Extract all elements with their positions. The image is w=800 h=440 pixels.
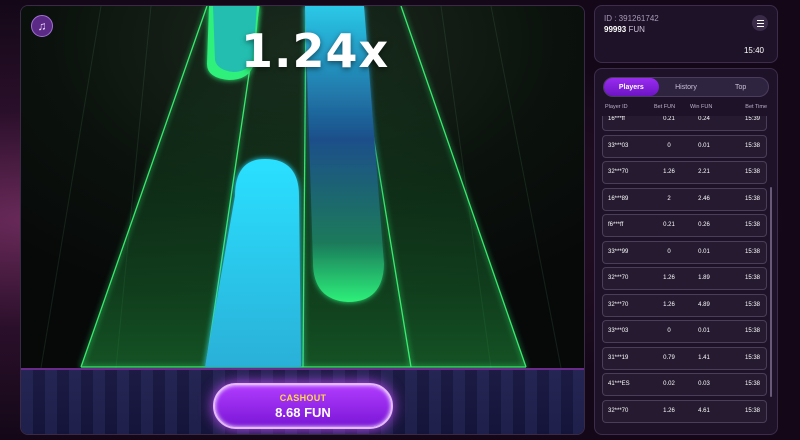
music-note-icon: ♫ [37, 19, 47, 33]
player-id-cell: 32***70 [608, 169, 629, 175]
bet-cell: 2 [667, 195, 671, 202]
bet-cell: 0.21 [663, 116, 675, 122]
win-cell: 0.24 [698, 116, 710, 122]
player-id: ID : 391261742 [604, 14, 659, 23]
bet-cell: 1.26 [663, 275, 675, 281]
win-cell: 1.89 [698, 275, 710, 281]
menu-button[interactable] [752, 15, 768, 31]
header-bet-time: Bet Time [745, 104, 767, 110]
music-toggle-button[interactable]: ♫ [31, 15, 53, 37]
player-id-cell: 32***70 [608, 407, 629, 414]
bet-cell: 0 [667, 328, 671, 334]
bet-time-cell: 15:38 [744, 222, 760, 228]
bet-cell: 0 [667, 248, 671, 255]
table-row: 16***89 2 2.46 15:38 [602, 187, 767, 211]
player-id-cell: 16***89 [608, 195, 629, 202]
bet-time-cell: 15:38 [744, 407, 760, 414]
hamburger-menu-icon [756, 19, 764, 21]
balance-unit: FUN [628, 25, 645, 34]
game-stage: ♫ 1.24x [21, 6, 584, 368]
win-cell: 0.01 [698, 328, 710, 334]
bet-time-cell: 15:38 [744, 248, 760, 255]
win-cell: 0.03 [698, 381, 710, 387]
multiplier-display: 1.24x [241, 24, 390, 78]
win-cell: 1.41 [698, 354, 710, 361]
bet-cell: 1.26 [663, 169, 675, 175]
player-id-cell: f6***ff [608, 222, 624, 228]
bet-time-cell: 15:38 [744, 142, 760, 149]
table-row: 41***ES 0.02 0.03 15:38 [602, 373, 767, 396]
player-id-cell: 16***ff [608, 116, 625, 122]
cashout-button[interactable]: CASHOUT 8.68 FUN [213, 383, 393, 429]
bets-tabs: Players History Top [603, 77, 769, 97]
table-row: f6***ff 0.21 0.26 15:38 [602, 214, 767, 237]
win-cell: 4.61 [698, 407, 710, 414]
bet-cell: 0 [667, 142, 671, 149]
bet-time-cell: 15:38 [744, 328, 760, 334]
bet-cell: 1.26 [663, 301, 675, 308]
table-header: Player ID Bet FUN Win FUN Bet Time [605, 104, 767, 114]
bet-time-cell: 15:38 [744, 381, 760, 387]
bet-time-cell: 15:38 [744, 275, 760, 281]
player-id-cell: 32***70 [608, 301, 629, 308]
game-panel: ♫ 1.24x CASHOUT 8.68 FUN [20, 5, 585, 435]
tab-history[interactable]: History [659, 78, 714, 96]
win-cell: 2.21 [698, 169, 710, 175]
player-id-cell: 33***03 [608, 328, 629, 334]
win-cell: 0.01 [698, 248, 710, 255]
win-cell: 0.01 [698, 142, 710, 149]
clock: 15:40 [743, 46, 764, 55]
win-cell: 2.46 [698, 195, 710, 202]
cashout-amount: 8.68 FUN [275, 405, 331, 420]
table-row: 31***19 0.79 1.41 15:38 [602, 346, 767, 370]
player-id-cell: 33***03 [608, 142, 629, 149]
bet-cell: 1.26 [663, 407, 675, 414]
win-cell: 0.26 [698, 222, 710, 228]
header-win: Win FUN [690, 104, 713, 110]
player-id-cell: 31***19 [608, 354, 629, 361]
tab-top[interactable]: Top [713, 78, 768, 96]
balance: 99993 FUN [604, 25, 645, 34]
player-id-cell: 41***ES [608, 381, 630, 387]
table-row: 33***99 0 0.01 15:38 [602, 240, 767, 264]
bets-list[interactable]: 16***ff 0.21 0.24 15:39 33***03 0 0.01 15:38 32*… [602, 116, 768, 434]
bet-control-bar: CASHOUT 8.68 FUN [21, 368, 584, 434]
bet-cell: 0.02 [663, 381, 675, 387]
bet-time-cell: 15:38 [744, 195, 760, 202]
bets-scrollbar[interactable] [770, 187, 772, 397]
cashout-label: CASHOUT [279, 393, 327, 403]
bets-panel: Players History Top Player ID Bet FUN Wi… [594, 68, 778, 435]
balance-value: 99993 [604, 25, 627, 34]
bet-time-cell: 15:38 [744, 354, 760, 361]
header-player-id: Player ID [605, 104, 628, 110]
player-id-cell: 33***99 [608, 248, 629, 255]
bet-time-cell: 15:38 [744, 169, 760, 175]
header-bet: Bet FUN [654, 104, 676, 110]
tab-players[interactable]: Players [604, 78, 659, 96]
bet-cell: 0.79 [663, 354, 675, 361]
bet-time-cell: 15:39 [744, 116, 760, 122]
table-row: 32***70 1.26 4.61 15:38 [602, 399, 767, 423]
table-row: 32***70 1.26 4.89 15:38 [602, 293, 767, 317]
table-row: 33***03 0 0.01 15:38 [602, 134, 767, 158]
account-card: ID : 391261742 99993 FUN 15:40 [594, 5, 778, 63]
bet-cell: 0.21 [663, 222, 675, 228]
table-row: 33***03 0 0.01 15:38 [602, 320, 767, 343]
table-row: 32***70 1.26 1.89 15:38 [602, 267, 767, 290]
table-row: 16***ff 0.21 0.24 15:39 [602, 116, 767, 131]
player-id-cell: 32***70 [608, 275, 629, 281]
win-cell: 4.89 [698, 301, 710, 308]
bet-time-cell: 15:38 [744, 301, 760, 308]
table-row: 32***70 1.26 2.21 15:38 [602, 161, 767, 184]
